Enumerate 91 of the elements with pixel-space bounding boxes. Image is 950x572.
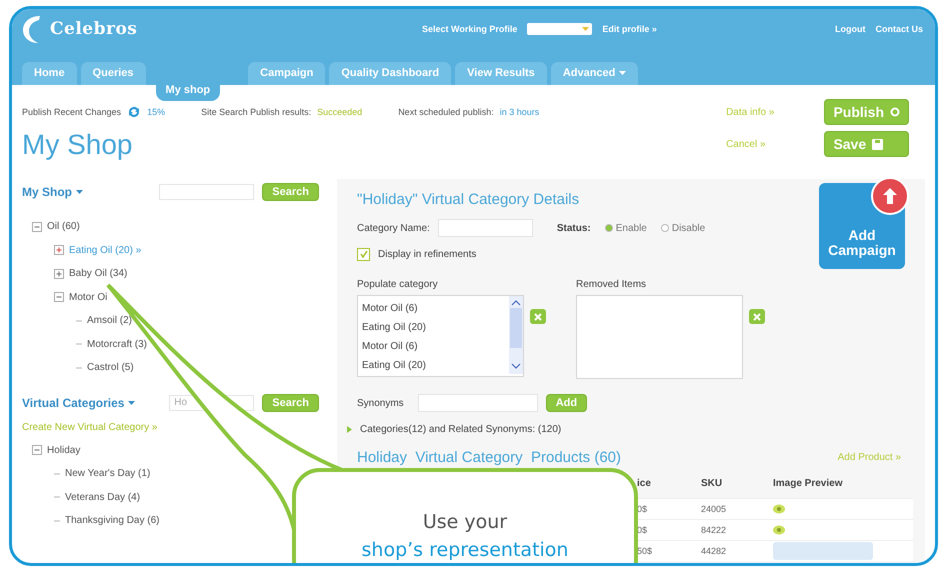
tree-item[interactable]: New Year's Day (1) (65, 468, 150, 480)
checkbox-label: Display in refinements (378, 248, 476, 260)
nav-tab[interactable]: View Results (455, 62, 547, 85)
publish-label: Publish Recent Changes (22, 107, 122, 117)
close-icon (534, 312, 542, 320)
caret-icon (76, 190, 83, 194)
remove-button[interactable] (749, 309, 765, 324)
caret-icon (619, 71, 626, 75)
callout-text: shop’s representation (362, 538, 568, 563)
nav-tab[interactable]: Advanced (550, 62, 638, 85)
radio-dot[interactable] (660, 224, 669, 232)
nav-tab[interactable]: Home (22, 62, 77, 85)
publish-percent: 15% (147, 107, 166, 117)
checkbox[interactable] (357, 248, 370, 260)
status-radio[interactable]: Disable (660, 222, 706, 234)
save-button[interactable]: Save (824, 131, 909, 157)
logo-text: Celebros (50, 19, 138, 39)
tree-item[interactable]: Oil (60) (47, 221, 80, 232)
nav-tab[interactable]: Quality Dashboard (329, 62, 452, 85)
eye-icon[interactable] (773, 525, 785, 535)
profile-select[interactable] (527, 23, 592, 35)
site-search-value: Succeeded (317, 107, 362, 117)
cancel-link[interactable]: Cancel » (726, 138, 774, 150)
remove-button[interactable] (530, 309, 546, 324)
list-item[interactable]: Motor Oil (6) (362, 299, 505, 318)
tree-item[interactable]: Holiday (47, 444, 80, 456)
caret-icon (128, 400, 136, 404)
add-button[interactable]: Add (546, 394, 588, 412)
column-header: SKU (701, 478, 724, 491)
expand-icon[interactable] (54, 245, 64, 256)
tree-item[interactable]: Eating Oil (20) » (69, 244, 142, 256)
eye-icon[interactable] (773, 504, 785, 514)
header-link[interactable]: Logout (834, 24, 866, 34)
panel-title: "Holiday" Virtual Category Details (357, 191, 580, 208)
tree-item[interactable]: Amsoil (2) (87, 315, 132, 326)
list-item[interactable]: Motor Oil (6) (362, 337, 505, 356)
data-info-link[interactable]: Data info » (726, 106, 774, 118)
populate-list[interactable]: Motor Oil (6) Eating Oil (20) Motor Oil (6) Eating Oil (20) (357, 295, 524, 377)
tree-item[interactable]: Thanksgiving Day (6) (65, 515, 160, 526)
search-button[interactable]: Search (262, 394, 319, 412)
tree-item[interactable]: Motor Oi (69, 292, 108, 303)
section-title[interactable]: Virtual Categories (22, 396, 136, 410)
related-synonyms-text: Categories(12) and Related Synonyms: (120) (360, 424, 562, 434)
tree-item[interactable]: Veterans Day (4) (65, 492, 140, 503)
status-radio[interactable]: Enable (604, 222, 647, 234)
field-label: Category Name: (357, 222, 430, 234)
publish-button[interactable]: Publish (824, 99, 909, 125)
sku-cell: 44282 (701, 540, 773, 561)
sku-cell: 84222 (701, 519, 773, 540)
tree-item[interactable]: Motorcraft (3) (87, 338, 148, 350)
radio-dot[interactable] (604, 224, 613, 232)
removed-list[interactable] (576, 295, 743, 379)
category-name-field[interactable] (438, 219, 533, 237)
callout-text: Use your (422, 510, 508, 535)
scrollbar-drawing[interactable] (509, 296, 523, 374)
caret-icon (582, 27, 590, 31)
field-label: Status: (556, 222, 591, 234)
sku-cell: 24005 (701, 498, 773, 519)
expand-icon[interactable] (54, 268, 64, 279)
products-title: Holiday Virtual Category Products (60) (357, 449, 622, 466)
tree-item[interactable]: Castrol (5) (87, 362, 134, 374)
edit-profile-link[interactable]: Edit profile » (602, 24, 657, 34)
synonyms-field[interactable] (418, 394, 538, 412)
list-item[interactable]: Eating Oil (20) (362, 318, 505, 337)
next-publish-value: in 3 hours (500, 107, 540, 117)
list-label: Populate category (357, 279, 439, 290)
collapse-icon[interactable] (54, 292, 64, 302)
circle-icon (890, 107, 900, 117)
search-button[interactable]: Search (262, 183, 319, 201)
next-publish-label: Next scheduled publish: (398, 107, 494, 117)
nav-tab[interactable]: Campaign (248, 62, 326, 85)
page-title: My Shop (22, 129, 132, 161)
column-header: Image Preview (773, 478, 844, 491)
add-product-link[interactable]: Add Product » (838, 452, 901, 463)
header-link[interactable]: Contact Us (875, 24, 923, 34)
list-label: Removed Items (576, 279, 648, 290)
section-title[interactable]: My Shop (22, 185, 83, 199)
tree-item[interactable]: Baby Oil (34) (69, 268, 128, 280)
profile-label: Select Working Profile (422, 24, 518, 34)
column-header: ice (637, 478, 652, 491)
search-field[interactable] (159, 184, 254, 200)
site-search-label: Site Search Publish results: (201, 107, 312, 117)
sync-icon (127, 106, 142, 118)
nav-tab[interactable]: Queries (80, 62, 146, 85)
list-item[interactable]: Eating Oil (20) (362, 356, 505, 375)
field-label: Synonyms (357, 398, 404, 408)
expand-arrow-icon[interactable] (347, 426, 352, 432)
collapse-icon[interactable] (32, 445, 42, 456)
create-category-link[interactable]: Create New Virtual Category » (22, 422, 319, 432)
collapse-icon[interactable] (32, 222, 42, 232)
close-icon (753, 312, 761, 320)
